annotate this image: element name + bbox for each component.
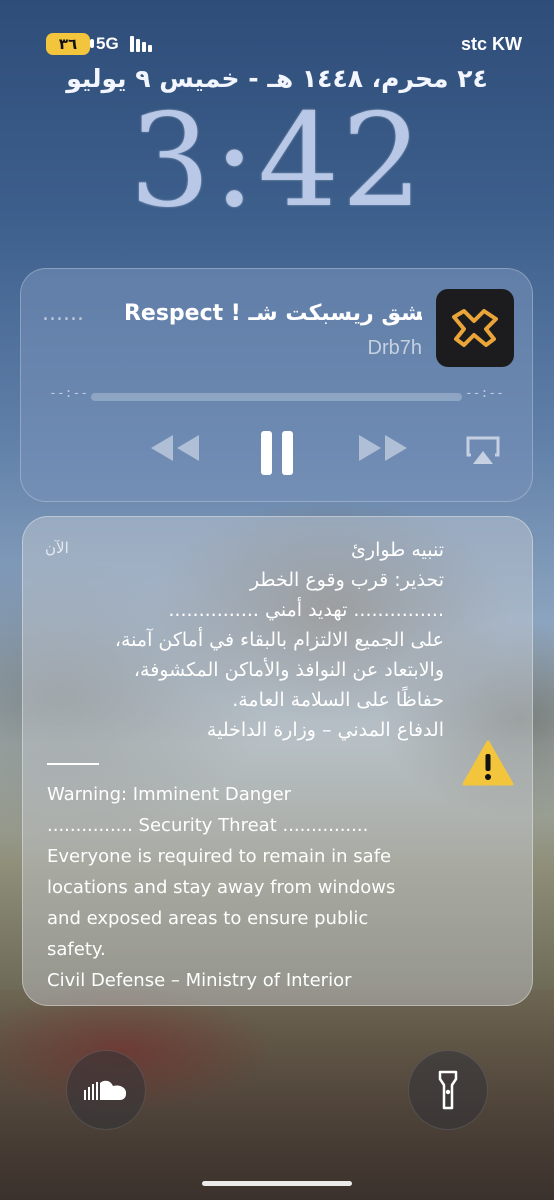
flashlight-button[interactable] bbox=[408, 1050, 488, 1130]
alert-arabic-text: تنبيه طوارئ تحذير: قرب وقوع الخطر ......… bbox=[24, 535, 444, 745]
emergency-alert-notification[interactable]: الآن تنبيه طوارئ تحذير: قرب وقوع الخطر .… bbox=[22, 516, 533, 1006]
alert-en-line: and exposed areas to ensure public bbox=[47, 908, 369, 929]
alert-en-line: safety. bbox=[47, 939, 106, 960]
signal-strength-icon bbox=[130, 36, 158, 52]
soundcloud-shortcut-button[interactable] bbox=[66, 1050, 146, 1130]
alert-english-text: Warning: Imminent Danger ...............… bbox=[47, 779, 447, 996]
alert-ar-line: الدفاع المدني – وزارة الداخلية bbox=[206, 719, 444, 741]
battery-tip bbox=[90, 39, 94, 48]
carrier-name: stc KW bbox=[460, 34, 522, 54]
flashlight-icon bbox=[438, 1070, 458, 1110]
alert-ar-line: تحذير: قرب وقوع الخطر bbox=[249, 569, 444, 591]
alert-ar-line: حفاظًا على السلامة العامة. bbox=[232, 689, 444, 711]
track-title: ...... Respect ! بشق ريسبكت شـ bbox=[42, 301, 422, 326]
alert-en-line: Warning: Imminent Danger bbox=[47, 784, 292, 805]
alert-ar-line: ............... تهديد أمني .............… bbox=[168, 599, 444, 621]
now-playing-widget[interactable]: ...... Respect ! بشق ريسبكت شـ Drb7h --:-… bbox=[20, 268, 533, 502]
network-type: 5G bbox=[96, 34, 119, 53]
track-artist: Drb7h bbox=[367, 337, 422, 359]
warning-icon bbox=[462, 740, 514, 786]
alert-en-line: locations and stay away from windows bbox=[47, 877, 396, 898]
lock-screen-clock: 3:42 bbox=[129, 87, 425, 236]
soundcloud-icon bbox=[84, 1080, 127, 1100]
track-title-fade: ...... bbox=[42, 301, 84, 326]
fast-forward-icon[interactable] bbox=[357, 433, 409, 463]
playback-scrubber[interactable] bbox=[91, 393, 462, 401]
elapsed-time: --:-- bbox=[49, 386, 89, 401]
alert-ar-line: تنبيه طوارئ bbox=[351, 539, 444, 561]
alert-en-line: Everyone is required to remain in safe bbox=[47, 846, 392, 867]
alert-divider bbox=[47, 763, 99, 765]
app-logo-icon bbox=[452, 309, 498, 347]
airplay-icon[interactable] bbox=[465, 435, 501, 465]
rewind-icon[interactable] bbox=[149, 433, 201, 463]
album-artwork[interactable] bbox=[436, 289, 514, 367]
alert-ar-line: والابتعاد عن النوافذ والأماكن المكشوفة، bbox=[133, 659, 444, 681]
alert-en-line: Civil Defense – Ministry of Interior bbox=[47, 970, 352, 991]
remaining-time: --:-- bbox=[464, 386, 504, 401]
pause-icon[interactable] bbox=[259, 429, 295, 477]
status-bar: ٣٦ 5G stc KW bbox=[0, 30, 554, 58]
battery-indicator: ٣٦ bbox=[46, 33, 90, 55]
home-indicator[interactable] bbox=[202, 1181, 352, 1186]
alert-en-line: ............... Security Threat ........… bbox=[47, 815, 369, 836]
alert-ar-line: على الجميع الالتزام بالبقاء في أماكن آمن… bbox=[114, 629, 444, 651]
track-title-text: Respect ! بشق ريسبكت شـ bbox=[123, 301, 422, 326]
